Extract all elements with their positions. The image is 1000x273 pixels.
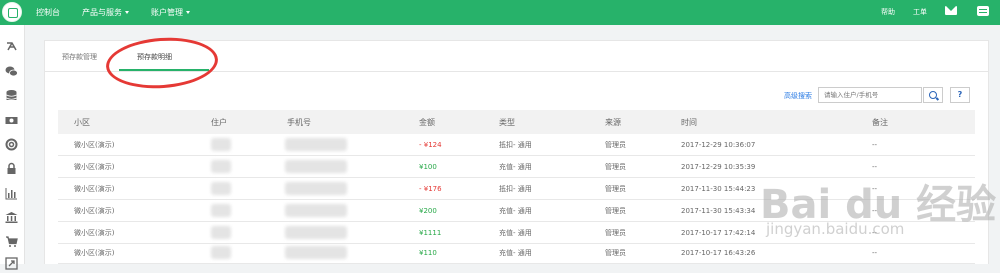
tab-deposit-details[interactable]: 预存款明细 <box>137 53 172 61</box>
active-tab-indicator <box>119 69 209 71</box>
advanced-search-link[interactable]: 高级搜索 <box>784 92 812 100</box>
cell-type: 充值- 通用 <box>499 229 532 237</box>
cell-type: 充值- 通用 <box>499 207 532 215</box>
redacted-phone <box>285 226 347 239</box>
cell-type: 抵扣- 通用 <box>499 141 532 149</box>
search-input[interactable] <box>818 87 922 103</box>
column-header-note: 备注 <box>872 118 888 127</box>
search-icon <box>929 91 937 99</box>
top-navbar: 控制台 产品与服务 账户管理 帮助 工单 <box>0 0 1000 25</box>
column-header-resident: 住户 <box>211 118 227 127</box>
nav-products-services[interactable]: 产品与服务 <box>82 8 129 17</box>
cell-source: 管理员 <box>605 207 626 215</box>
bar-chart-icon[interactable] <box>5 187 18 200</box>
cell-amount: - ¥176 <box>419 185 442 193</box>
column-header-source: 来源 <box>605 118 621 127</box>
cell-type: 充值- 通用 <box>499 163 532 171</box>
table-row[interactable]: 微小区(演示) - ¥124 抵扣- 通用 管理员 2017-12-29 10:… <box>58 134 975 156</box>
search-button[interactable] <box>923 87 943 103</box>
tab-deposit-management[interactable]: 预存款管理 <box>62 53 97 61</box>
baidu-jingyan-watermark: Bai du 经验 jingyan.baidu.com <box>748 162 998 262</box>
watermark-url: jingyan.baidu.com <box>766 220 905 238</box>
sidebar <box>0 25 25 270</box>
lifebuoy-icon[interactable] <box>5 138 18 151</box>
coupon-icon[interactable] <box>5 40 18 53</box>
mail-icon[interactable] <box>945 6 957 15</box>
cell-amount: ¥110 <box>419 249 437 257</box>
redacted-phone <box>285 182 347 195</box>
cell-community: 微小区(演示) <box>74 249 115 257</box>
redacted-phone <box>285 204 347 217</box>
redacted-resident <box>211 246 231 259</box>
chevron-down-icon <box>125 11 129 14</box>
cell-community: 微小区(演示) <box>74 141 115 149</box>
column-header-phone: 手机号 <box>287 118 311 127</box>
cell-amount: ¥1111 <box>419 229 442 237</box>
cell-time: 2017-10-17 17:42:14 <box>681 229 756 237</box>
cell-amount: - ¥124 <box>419 141 442 149</box>
cell-time: 2017-12-29 10:35:39 <box>681 163 756 171</box>
column-header-time: 时间 <box>681 118 697 127</box>
table-header: 小区 住户 手机号 金额 类型 来源 时间 备注 <box>58 110 975 134</box>
nav-account-management[interactable]: 账户管理 <box>151 8 190 17</box>
column-header-type: 类型 <box>499 118 515 127</box>
cell-time: 2017-11-30 15:43:34 <box>681 207 756 215</box>
help-button[interactable]: ? <box>950 87 970 103</box>
cell-time: 2017-12-29 10:36:07 <box>681 141 756 149</box>
cell-source: 管理员 <box>605 185 626 193</box>
redacted-phone <box>285 138 347 151</box>
cell-community: 微小区(演示) <box>74 207 115 215</box>
nav-account-management-label: 账户管理 <box>151 8 183 17</box>
lock-icon[interactable] <box>5 162 18 175</box>
cell-source: 管理员 <box>605 163 626 171</box>
tab-bar: 预存款管理 预存款明细 <box>45 41 988 72</box>
database-icon[interactable] <box>5 89 18 102</box>
cart-icon[interactable] <box>5 235 18 248</box>
redacted-phone <box>285 246 347 259</box>
logo[interactable] <box>2 2 22 22</box>
redacted-resident <box>211 226 231 239</box>
redacted-resident <box>211 204 231 217</box>
cell-type: 抵扣- 通用 <box>499 185 532 193</box>
help-link[interactable]: 帮助 <box>881 8 895 16</box>
column-header-community: 小区 <box>74 118 90 127</box>
cell-community: 微小区(演示) <box>74 163 115 171</box>
redacted-resident <box>211 160 231 173</box>
chevron-down-icon <box>186 11 190 14</box>
bank-icon[interactable] <box>5 211 18 224</box>
column-header-amount: 金额 <box>419 118 435 127</box>
redacted-phone <box>285 160 347 173</box>
money-icon[interactable] <box>5 114 18 127</box>
cell-source: 管理员 <box>605 229 626 237</box>
cell-community: 微小区(演示) <box>74 229 115 237</box>
ticket-link[interactable]: 工单 <box>913 8 927 16</box>
nav-products-services-label: 产品与服务 <box>82 8 122 17</box>
nav-console[interactable]: 控制台 <box>36 8 60 17</box>
cell-time: 2017-10-17 16:43:26 <box>681 249 756 257</box>
cell-amount: ¥100 <box>419 163 437 171</box>
message-icon[interactable] <box>977 6 989 16</box>
cell-source: 管理员 <box>605 141 626 149</box>
wechat-icon[interactable] <box>5 65 18 78</box>
cell-source: 管理员 <box>605 249 626 257</box>
cell-type: 充值- 通用 <box>499 249 532 257</box>
cell-community: 微小区(演示) <box>74 185 115 193</box>
cell-amount: ¥200 <box>419 207 437 215</box>
redacted-resident <box>211 182 231 195</box>
cell-time: 2017-11-30 15:44:23 <box>681 185 756 193</box>
cell-note: -- <box>872 141 878 149</box>
redacted-resident <box>211 138 231 151</box>
